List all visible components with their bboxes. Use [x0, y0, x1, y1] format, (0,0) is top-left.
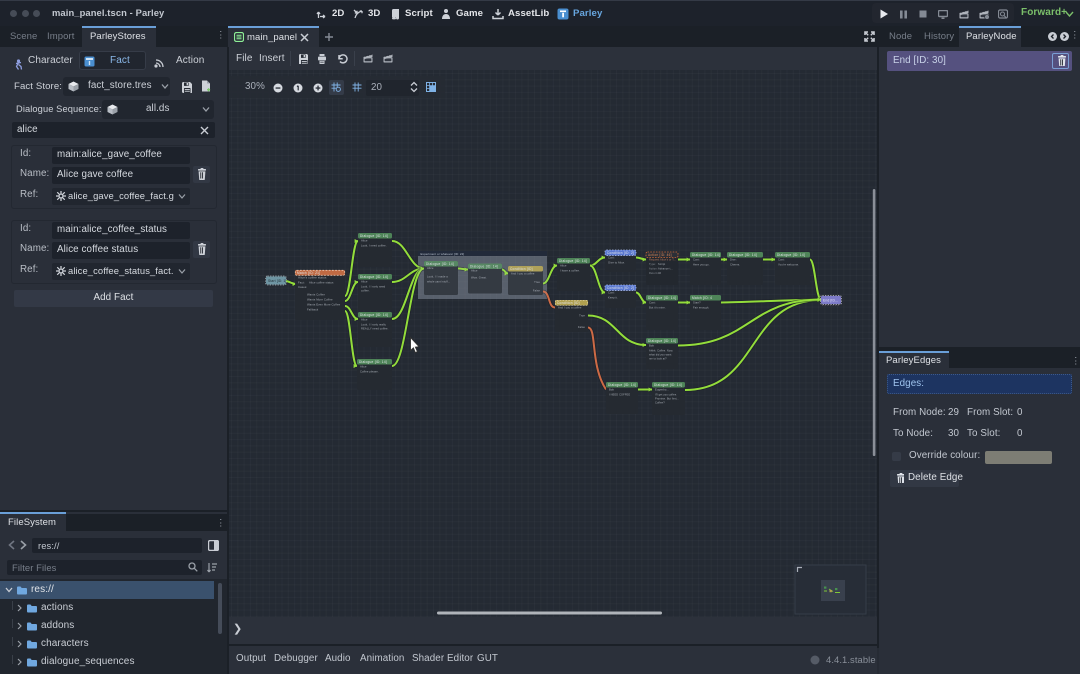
svg-text:coffee.: coffee. — [361, 289, 370, 293]
svg-text:Promise. But first...: Promise. But first... — [655, 397, 679, 401]
svg-text:Condition [ID: 2]: Condition [ID: 2] — [607, 251, 634, 255]
svg-text:And I you a coffee: And I you a coffee — [558, 306, 582, 310]
svg-text:me to look at?: me to look at? — [649, 357, 667, 361]
svg-text:46: 46 — [658, 271, 662, 275]
svg-text:Condition [ID: 2]: Condition [ID: 2] — [607, 286, 634, 290]
svg-text:Eugenbo...: Eugenbo... — [655, 388, 669, 392]
svg-text:Dialogue [ID: 14]: Dialogue [ID: 14] — [608, 383, 636, 387]
svg-text:Type:: Type: — [649, 262, 656, 266]
svg-text:I NEED COFFEE: I NEED COFFEE — [609, 393, 630, 397]
svg-text:I'll get you coffee.: I'll get you coffee. — [655, 393, 677, 397]
svg-text:Advance t...: Advance t... — [658, 267, 673, 271]
svg-text:Bob: Bob — [649, 344, 654, 348]
svg-text:Give to Alice.: Give to Alice. — [608, 261, 625, 265]
svg-text:Alice: Alice — [361, 239, 368, 243]
svg-text:Return:: Return: — [649, 271, 658, 275]
svg-text:Look, I I rarly need: Look, I I rarly need — [361, 285, 386, 289]
svg-text:Coffee?: Coffee? — [655, 401, 665, 405]
svg-text:Keep it.: Keep it. — [608, 296, 618, 300]
svg-text:Request Alice's or T...: Request Alice's or T... — [649, 258, 676, 262]
svg-text:Coffee please.: Coffee please. — [360, 370, 379, 374]
svg-text:Look, I need coffee.: Look, I need coffee. — [361, 244, 387, 248]
svg-text:Bob: Bob — [609, 388, 614, 392]
svg-text:Wants More Coffee: Wants More Coffee — [307, 298, 333, 302]
svg-text:Cases:: Cases: — [298, 285, 307, 289]
svg-text:Cont:: Cont: — [649, 301, 656, 305]
svg-text:Condition [ID]: Condition [ID] — [557, 301, 580, 305]
svg-text:Alice: Alice — [560, 264, 567, 268]
svg-text:Cont:: Cont: — [693, 258, 700, 262]
svg-text:Cheers.: Cheers. — [730, 263, 740, 267]
svg-text:Alice coffee status: Alice coffee status — [309, 281, 334, 285]
svg-text:Match [ID: 4: Match [ID: 4 — [692, 296, 712, 300]
svg-text:Fact:: Fact: — [298, 281, 305, 285]
svg-text:REALLY need coffee.: REALLY need coffee. — [361, 327, 389, 331]
svg-text:Ahhh. Coffee. Now,: Ahhh. Coffee. Now, — [649, 349, 673, 353]
svg-text:Cont:: Cont: — [778, 258, 785, 262]
svg-text:Start?: Start? — [693, 301, 701, 305]
svg-text:Look, I I rarly really: Look, I I rarly really — [361, 323, 386, 327]
svg-text:Dialogue [ID: 14]: Dialogue [ID: 14] — [648, 296, 676, 300]
svg-text:Alice: Alice — [361, 280, 368, 284]
svg-text:But it's mine.: But it's mine. — [649, 306, 666, 310]
svg-text:Wants Coffee: Wants Coffee — [307, 293, 325, 297]
svg-text:Dialogue [ID: 14]: Dialogue [ID: 14] — [777, 253, 805, 257]
svg-text:Start [ID: 1]: Start [ID: 1] — [268, 279, 286, 283]
svg-text:You're welcome.: You're welcome. — [778, 263, 799, 267]
svg-text:Dialogue [ID: 14]: Dialogue [ID: 14] — [648, 339, 676, 343]
svg-text:Action [ID: 46]: Action [ID: 46] — [648, 253, 672, 257]
svg-text:True: True — [579, 314, 585, 318]
svg-text:Dialogue [ID: 14]: Dialogue [ID: 14] — [729, 253, 757, 257]
svg-text:Alice: Alice — [361, 318, 368, 322]
svg-text:Action:: Action: — [649, 267, 658, 271]
svg-text:Fair enough.: Fair enough. — [693, 306, 709, 310]
svg-text:Here you go.: Here you go. — [693, 263, 710, 267]
svg-text:Alice's coffee status: Alice's coffee status — [298, 276, 327, 280]
svg-text:False: False — [578, 325, 585, 329]
svg-text:Experiment or whatever [ID: 22: Experiment or whatever [ID: 22] — [421, 252, 465, 256]
svg-text:Dive:: Dive: — [730, 258, 737, 262]
svg-text:Cont:: Cont: — [608, 291, 615, 295]
svg-text:End [ID...: End [ID... — [823, 299, 838, 303]
svg-text:I have a coffee.: I have a coffee. — [560, 269, 580, 273]
svg-text:Alice: Alice — [360, 365, 367, 369]
svg-text:what did you want: what did you want — [649, 353, 672, 357]
svg-text:Dialogue [ID: 14]: Dialogue [ID: 14] — [654, 383, 682, 387]
svg-text:Fallback: Fallback — [307, 308, 319, 312]
svg-text:Cont:: Cont: — [608, 256, 615, 260]
svg-text:Wants Even More Coffee: Wants Even More Coffee — [307, 303, 341, 307]
svg-text:Script: Script — [658, 262, 665, 266]
svg-text:Dialogue [ID: 14]: Dialogue [ID: 14] — [692, 253, 720, 257]
